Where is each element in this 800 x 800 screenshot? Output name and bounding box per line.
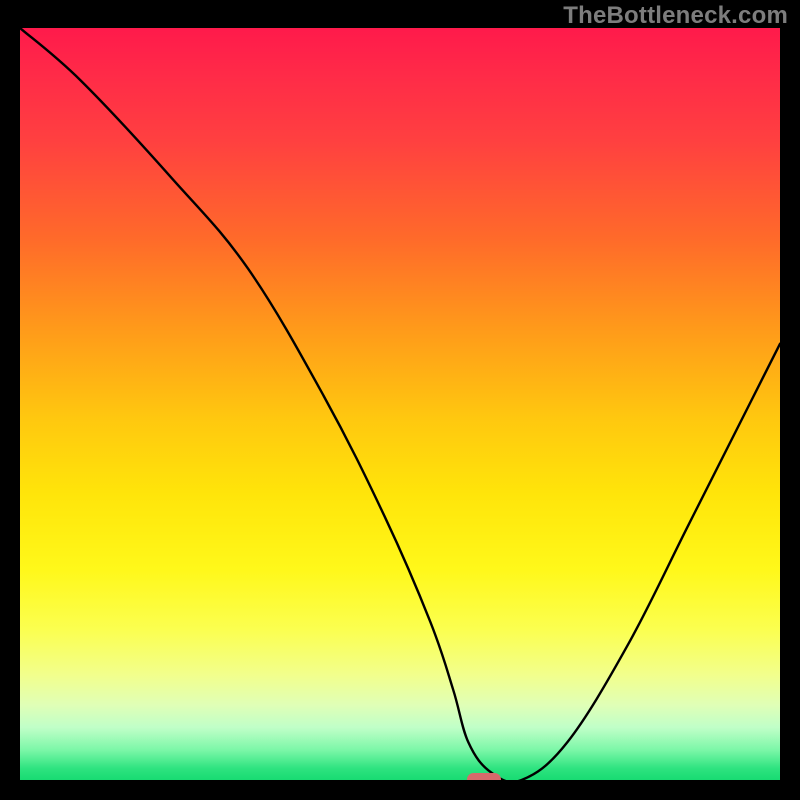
watermark-text: TheBottleneck.com [563,2,788,30]
optimal-marker [467,773,501,781]
chart-frame: TheBottleneck.com [0,0,800,800]
curve-svg [20,28,780,780]
bottleneck-curve-path [20,28,780,780]
plot-area [20,28,780,780]
